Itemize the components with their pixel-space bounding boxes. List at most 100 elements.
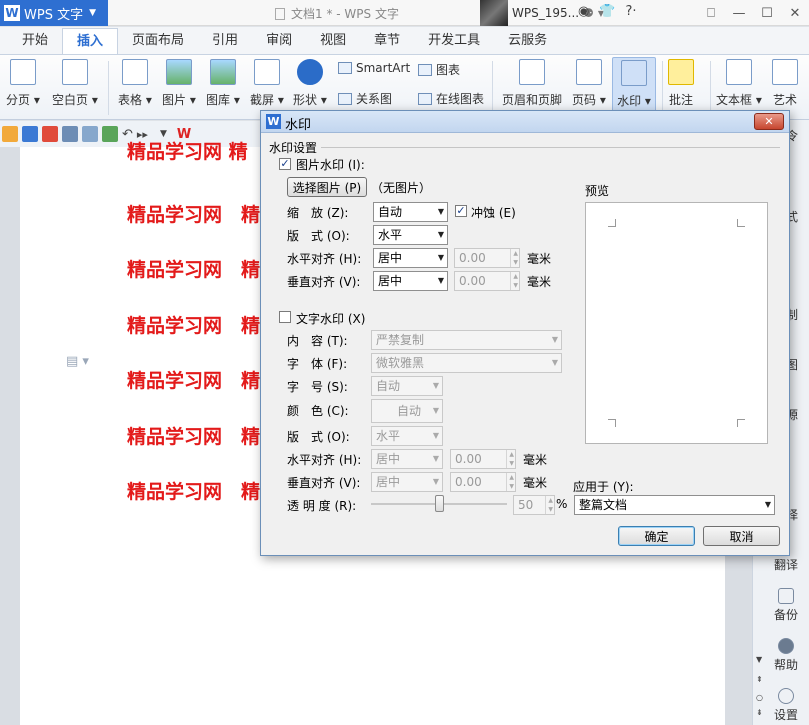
- tab-insert[interactable]: 插入: [62, 28, 119, 54]
- chart-button[interactable]: 图表: [418, 61, 460, 78]
- tab-section[interactable]: 章节: [360, 28, 414, 54]
- watermark-icon: [621, 60, 647, 86]
- help-icon: [778, 638, 794, 654]
- v-offset-stepper[interactable]: 0.00: [454, 271, 520, 291]
- watermark-button[interactable]: 水印 ▾: [612, 57, 656, 113]
- sidebar-item-help[interactable]: 帮助: [766, 638, 806, 673]
- text-h-align-label: 水平对齐 (H):: [287, 453, 362, 467]
- save-icon[interactable]: [22, 126, 38, 142]
- ok-button[interactable]: 确定: [618, 526, 695, 546]
- content-label: 内 容 (T):: [287, 334, 348, 348]
- text-v-offset-stepper[interactable]: 0.00: [450, 472, 516, 492]
- page-break-icon: [9, 59, 36, 85]
- transparency-slider-thumb[interactable]: [435, 495, 444, 512]
- select-browse-icon[interactable]: ○: [756, 693, 763, 702]
- preview-label: 预览: [585, 184, 610, 198]
- header-footer-button[interactable]: 页眉和页脚: [502, 59, 562, 108]
- relation-chart-button[interactable]: 关系图: [338, 90, 392, 107]
- select-picture-button[interactable]: 选择图片 (P): [287, 177, 367, 197]
- picture-watermark-checkbox[interactable]: ✓: [279, 158, 291, 170]
- shape-icon: [296, 59, 323, 85]
- preview-icon[interactable]: [82, 126, 98, 142]
- tab-view[interactable]: 视图: [306, 28, 360, 54]
- divider: [321, 147, 780, 148]
- text-h-offset-stepper[interactable]: 0.00: [450, 449, 516, 469]
- page-number-icon: [575, 59, 602, 85]
- transparency-stepper[interactable]: 50: [513, 495, 555, 515]
- print-icon[interactable]: [62, 126, 78, 142]
- cancel-button[interactable]: 取消: [703, 526, 780, 546]
- sidebar-item-translate[interactable]: 翻译: [766, 556, 806, 573]
- close-icon[interactable]: ✕: [781, 0, 809, 26]
- art-text-button[interactable]: 艺术: [772, 59, 798, 108]
- text-v-align-select[interactable]: 居中: [371, 472, 443, 492]
- unit-label: 毫米: [523, 453, 548, 467]
- color-select[interactable]: 自动: [371, 399, 443, 423]
- app-menu-button[interactable]: W WPS 文字 ▼: [0, 0, 108, 26]
- apply-to-label: 应用于 (Y):: [573, 480, 634, 494]
- tab-cloud[interactable]: 云服务: [494, 28, 561, 54]
- maximize-icon[interactable]: ☐: [753, 0, 781, 26]
- page-number-button[interactable]: 页码 ▾: [572, 59, 606, 108]
- text-layout-label: 版 式 (O):: [287, 430, 350, 444]
- washout-checkbox[interactable]: ✓: [455, 205, 467, 217]
- dialog-title: 水印: [285, 118, 312, 133]
- art-text-icon: [772, 59, 798, 85]
- screenshot-button[interactable]: 截屏 ▾: [250, 59, 284, 108]
- sidebar-item-settings[interactable]: 设置: [766, 688, 806, 723]
- text-v-align-label: 垂直对齐 (V):: [287, 476, 361, 490]
- help-icon[interactable]: ?·: [626, 4, 637, 19]
- text-layout-select[interactable]: 水平: [371, 426, 443, 446]
- sidebar-item-backup[interactable]: 备份: [766, 588, 806, 623]
- shape-button[interactable]: 形状 ▾: [293, 59, 327, 108]
- close-button[interactable]: ✕: [754, 113, 784, 130]
- scroll-down-icon[interactable]: ▼: [756, 655, 762, 664]
- text-h-align-select[interactable]: 居中: [371, 449, 443, 469]
- open-icon[interactable]: [2, 126, 18, 142]
- document-text-line: 精品学习网 精: [127, 481, 261, 503]
- page-break-button[interactable]: 分页 ▾: [6, 59, 40, 108]
- pdf-icon[interactable]: [42, 126, 58, 142]
- apply-to-select[interactable]: 整篇文档: [574, 495, 775, 515]
- feedback-icon[interactable]: ◉: [578, 4, 589, 19]
- textbox-button[interactable]: 文本框 ▾: [716, 59, 762, 108]
- comment-button[interactable]: 批注: [668, 59, 694, 108]
- layout-label: 版 式 (O):: [287, 229, 350, 243]
- smartart-button[interactable]: SmartArt: [338, 61, 410, 75]
- online-chart-button[interactable]: 在线图表: [418, 90, 484, 107]
- table-icon: [121, 59, 148, 85]
- preview-corner: [737, 419, 745, 427]
- tab-start[interactable]: 开始: [8, 28, 62, 54]
- dialog-titlebar[interactable]: W 水印 ✕: [261, 111, 789, 133]
- picture-button[interactable]: 图片 ▾: [162, 59, 196, 108]
- layout-select[interactable]: 水平: [373, 225, 448, 245]
- next-page-icon[interactable]: ⇟: [756, 708, 763, 717]
- document-text-line: 精品学习网 精: [127, 426, 261, 448]
- v-align-select[interactable]: 居中: [373, 271, 448, 291]
- avatar: [480, 0, 508, 26]
- paragraph-handle-icon[interactable]: ▤ ▾: [66, 354, 89, 369]
- font-select[interactable]: 微软雅黑: [371, 353, 562, 373]
- tab-review[interactable]: 审阅: [252, 28, 306, 54]
- blank-page-button[interactable]: 空白页 ▾: [52, 59, 98, 108]
- h-align-select[interactable]: 居中: [373, 248, 448, 268]
- document-icon: [275, 8, 285, 20]
- tab-page-layout[interactable]: 页面布局: [118, 28, 198, 54]
- watermark-preview: [585, 202, 768, 444]
- scale-select[interactable]: 自动: [373, 202, 448, 222]
- export-icon[interactable]: [102, 126, 118, 142]
- table-button[interactable]: 表格 ▾: [118, 59, 152, 108]
- tab-developer[interactable]: 开发工具: [414, 28, 494, 54]
- color-label: 颜 色 (C):: [287, 404, 349, 418]
- shirt-icon[interactable]: 👕: [599, 4, 615, 19]
- text-watermark-checkbox[interactable]: [279, 311, 291, 323]
- gallery-button[interactable]: 图库 ▾: [206, 59, 240, 108]
- minimize-icon[interactable]: —: [725, 0, 753, 26]
- content-select[interactable]: 严禁复制: [371, 330, 562, 350]
- restore-icon[interactable]: ⎕: [697, 0, 725, 26]
- h-offset-stepper[interactable]: 0.00: [454, 248, 520, 268]
- size-select[interactable]: 自动: [371, 376, 443, 396]
- size-label: 字 号 (S):: [287, 380, 348, 394]
- tab-references[interactable]: 引用: [198, 28, 252, 54]
- prev-page-icon[interactable]: ⇞: [756, 675, 763, 684]
